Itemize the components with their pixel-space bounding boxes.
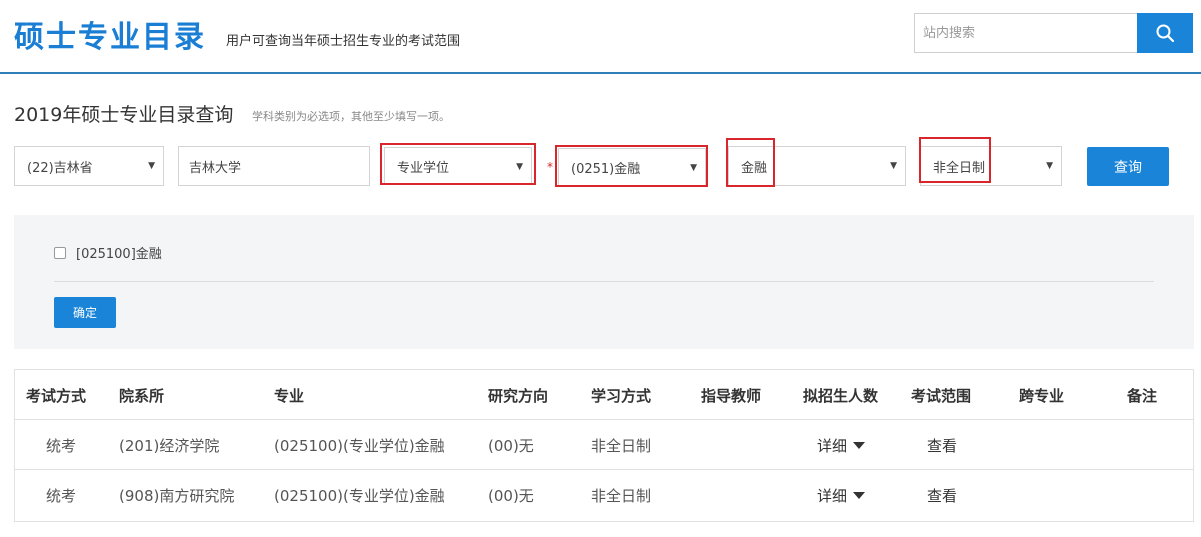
site-search-box (914, 13, 1138, 53)
cell-mode: 非全日制 (591, 486, 652, 505)
dropdown-arrow-icon: ▼ (148, 161, 155, 171)
table-row: 统考 (908)南方研究院 (025100)(专业学位)金融 (00)无 非全日… (15, 470, 1193, 521)
dropdown-arrow-icon: ▼ (690, 163, 697, 173)
caret-down-icon (853, 441, 866, 449)
quota-detail-link[interactable]: 详细 (817, 485, 866, 506)
scope-view-link[interactable]: 查看 (927, 485, 957, 506)
dropdown-arrow-icon: ▼ (1046, 161, 1053, 171)
col-header-direction: 研究方向 (488, 386, 549, 405)
query-button[interactable]: 查询 (1087, 147, 1169, 186)
cell-scope: 查看 (927, 420, 957, 470)
col-header-major: 专业 (274, 386, 305, 405)
cell-dept: (908)南方研究院 (119, 486, 235, 505)
discipline-select[interactable]: (0251)金融 ▼ (558, 148, 706, 186)
required-mark: * (547, 160, 553, 174)
dropdown-arrow-icon: ▼ (516, 162, 523, 172)
col-header-dept: 院系所 (119, 386, 165, 405)
confirm-button[interactable]: 确定 (54, 297, 116, 328)
quota-detail-label: 详细 (817, 436, 848, 455)
degree-type-select[interactable]: 专业学位 ▼ (384, 147, 532, 185)
major-select[interactable]: 金融 ▼ (728, 146, 906, 186)
cell-major: (025100)(专业学位)金融 (274, 436, 445, 455)
cell-major: (025100)(专业学位)金融 (274, 486, 445, 505)
quota-detail-link[interactable]: 详细 (817, 435, 866, 456)
cell-scope: 查看 (927, 470, 957, 520)
site-search-button[interactable] (1137, 13, 1193, 53)
cell-exam: 统考 (45, 436, 76, 455)
site-search-input[interactable] (915, 14, 1138, 52)
caret-down-icon (853, 491, 866, 499)
col-header-quota: 拟招生人数 (803, 386, 879, 405)
major-checkbox-row[interactable]: [025100]金融 (54, 243, 162, 262)
major-checkbox[interactable] (54, 246, 66, 259)
study-mode-select[interactable]: 非全日制 ▼ (920, 146, 1062, 186)
major-checkbox-label: [025100]金融 (76, 247, 162, 262)
school-input-value: 吉林大学 (189, 160, 242, 176)
scope-view-link[interactable]: 查看 (927, 435, 957, 456)
col-header-cross: 跨专业 (1019, 386, 1065, 405)
major-selection-panel: [025100]金融 确定 (14, 215, 1194, 349)
school-input[interactable]: 吉林大学 (178, 146, 370, 186)
cell-exam: 统考 (45, 486, 76, 505)
site-header: 硕士专业目录 用户可查询当年硕士招生专业的考试范围 (0, 0, 1201, 74)
cell-direction: (00)无 (488, 486, 534, 505)
table-header-row: 考试方式 院系所 专业 研究方向 学习方式 指导教师 拟招生人数 考试范围 跨专… (15, 370, 1193, 420)
panel-divider (54, 281, 1154, 282)
col-header-scope: 考试范围 (911, 386, 972, 405)
col-header-note: 备注 (1127, 386, 1158, 405)
cell-direction: (00)无 (488, 436, 534, 455)
col-header-mode: 学习方式 (591, 386, 652, 405)
query-hint: 学科类别为必选项，其他至少填写一项。 (252, 110, 450, 123)
major-select-value: 金融 (741, 160, 768, 176)
query-title: 2019年硕士专业目录查询 (14, 104, 234, 126)
degree-type-select-value: 专业学位 (397, 160, 450, 176)
dropdown-arrow-icon: ▼ (890, 161, 897, 171)
province-select[interactable]: (22)吉林省 ▼ (14, 146, 164, 186)
site-tagline: 用户可查询当年硕士招生专业的考试范围 (226, 34, 461, 49)
discipline-select-value: (0251)金融 (571, 161, 641, 177)
site-logo[interactable]: 硕士专业目录 (14, 12, 206, 56)
cell-dept: (201)经济学院 (119, 436, 220, 455)
col-header-exam: 考试方式 (26, 386, 87, 405)
study-mode-select-value: 非全日制 (933, 160, 986, 176)
results-table: 考试方式 院系所 专业 研究方向 学习方式 指导教师 拟招生人数 考试范围 跨专… (14, 369, 1194, 522)
table-row: 统考 (201)经济学院 (025100)(专业学位)金融 (00)无 非全日制… (15, 420, 1193, 470)
search-icon (1156, 24, 1175, 43)
col-header-advisor: 指导教师 (701, 386, 762, 405)
cell-mode: 非全日制 (591, 436, 652, 455)
cell-quota: 详细 (817, 420, 866, 470)
province-select-value: (22)吉林省 (27, 160, 93, 176)
cell-quota: 详细 (817, 470, 866, 520)
quota-detail-label: 详细 (817, 486, 848, 505)
